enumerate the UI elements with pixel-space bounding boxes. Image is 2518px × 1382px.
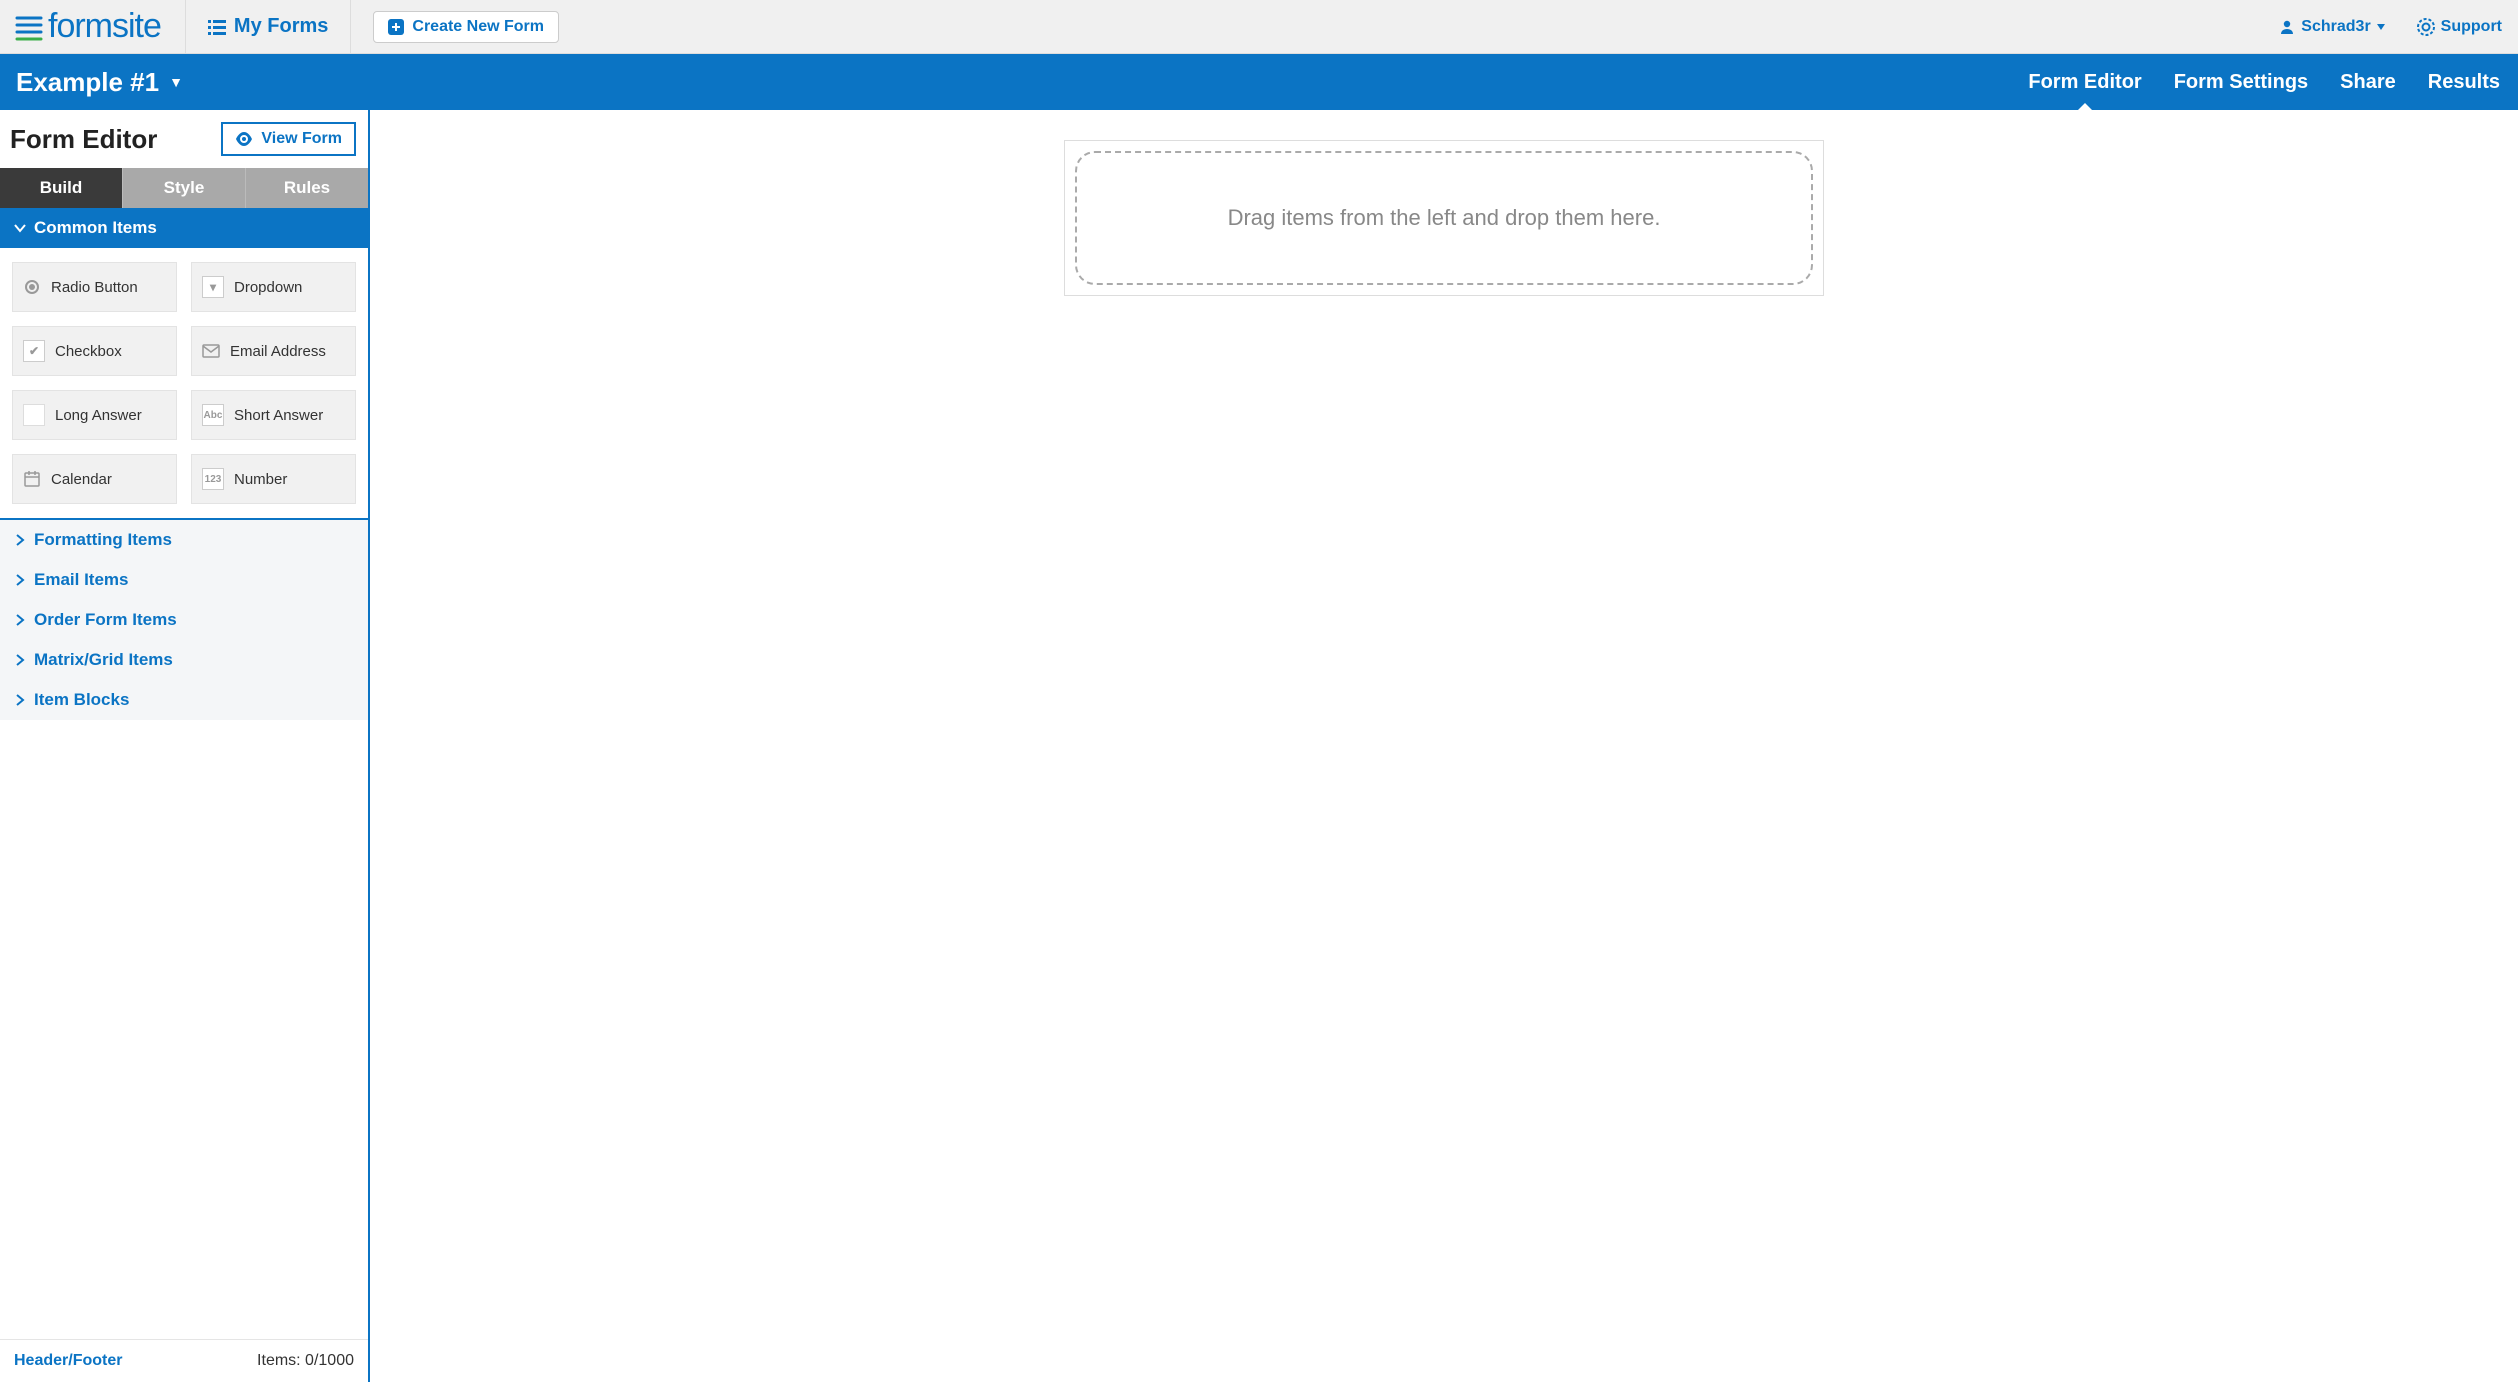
tab-share-label: Share (2340, 71, 2396, 93)
chevron-right-icon (14, 614, 26, 626)
sidebar-footer: Header/Footer Items: 0/1000 (0, 1339, 368, 1382)
subtab-build[interactable]: Build (0, 168, 122, 208)
caret-down-icon (2377, 24, 2385, 30)
logo-icon (14, 12, 44, 42)
long-answer-icon (23, 404, 45, 426)
item-short-answer[interactable]: Abc Short Answer (191, 390, 356, 440)
form-name-label: Example #1 (16, 67, 159, 98)
number-icon: 123 (202, 468, 224, 490)
section-formatting-items[interactable]: Formatting Items (0, 518, 368, 560)
my-forms-link[interactable]: My Forms (186, 0, 350, 53)
subtab-style-label: Style (164, 178, 205, 197)
item-number-label: Number (234, 471, 287, 488)
chevron-right-icon (14, 534, 26, 546)
item-short-answer-label: Short Answer (234, 407, 323, 424)
dropdown-icon: ▾ (202, 276, 224, 298)
item-calendar[interactable]: Calendar (12, 454, 177, 504)
tab-form-editor[interactable]: Form Editor (2026, 71, 2143, 94)
editor-subtabs: Build Style Rules (0, 168, 368, 208)
drop-zone-hint: Drag items from the left and drop them h… (1228, 205, 1661, 231)
section-item-blocks-label: Item Blocks (34, 690, 129, 710)
subtab-style[interactable]: Style (122, 168, 245, 208)
chevron-right-icon (14, 654, 26, 666)
logo[interactable]: formsite (0, 0, 185, 53)
plus-icon (388, 19, 404, 35)
topbar: formsite My Forms Create New Form Schrad… (0, 0, 2518, 54)
user-name: Schrad3r (2301, 18, 2370, 36)
my-forms-label: My Forms (234, 15, 328, 38)
item-email-address-label: Email Address (230, 343, 326, 360)
chevron-down-icon (14, 222, 26, 234)
support-label: Support (2441, 18, 2502, 36)
section-matrix-grid-items-label: Matrix/Grid Items (34, 650, 173, 670)
canvas-card: Drag items from the left and drop them h… (1064, 140, 1824, 296)
form-name-dropdown[interactable]: Example #1 ▼ (16, 67, 183, 98)
item-dropdown-label: Dropdown (234, 279, 302, 296)
chevron-right-icon (14, 574, 26, 586)
logo-word: formsite (48, 7, 161, 46)
tab-share[interactable]: Share (2338, 71, 2398, 94)
view-form-button[interactable]: View Form (221, 122, 356, 156)
support-icon (2417, 18, 2435, 36)
item-number[interactable]: 123 Number (191, 454, 356, 504)
subtab-build-label: Build (40, 178, 83, 197)
sidebar: Form Editor View Form Build Style Rules … (0, 110, 370, 1382)
drop-zone[interactable]: Drag items from the left and drop them h… (1075, 151, 1813, 285)
topbar-separator (350, 0, 351, 53)
section-matrix-grid-items[interactable]: Matrix/Grid Items (0, 640, 368, 680)
blue-tabs: Form Editor Form Settings Share Results (2026, 71, 2502, 94)
envelope-icon (202, 340, 220, 362)
list-icon (208, 18, 226, 36)
tab-results-label: Results (2428, 71, 2500, 93)
section-formatting-items-label: Formatting Items (34, 530, 172, 550)
item-dropdown[interactable]: ▾ Dropdown (191, 262, 356, 312)
section-order-form-items[interactable]: Order Form Items (0, 600, 368, 640)
user-menu[interactable]: Schrad3r (2263, 0, 2400, 53)
section-email-items-label: Email Items (34, 570, 129, 590)
subtab-rules-label: Rules (284, 178, 330, 197)
caret-down-icon: ▼ (169, 74, 183, 90)
section-order-form-items-label: Order Form Items (34, 610, 177, 630)
header-footer-link[interactable]: Header/Footer (14, 1352, 122, 1370)
tab-form-editor-label: Form Editor (2028, 71, 2141, 93)
item-radio-button[interactable]: Radio Button (12, 262, 177, 312)
view-form-label: View Form (261, 130, 342, 148)
user-icon (2279, 19, 2295, 35)
tab-form-settings[interactable]: Form Settings (2172, 71, 2310, 94)
calendar-icon (23, 468, 41, 490)
item-checkbox[interactable]: ✔ Checkbox (12, 326, 177, 376)
chevron-right-icon (14, 694, 26, 706)
item-checkbox-label: Checkbox (55, 343, 122, 360)
section-common-items-label: Common Items (34, 218, 157, 238)
create-new-form-label: Create New Form (412, 18, 544, 36)
subtab-rules[interactable]: Rules (245, 168, 368, 208)
radio-icon (23, 276, 41, 298)
create-new-form-button[interactable]: Create New Form (373, 11, 559, 43)
bluebar: Example #1 ▼ Form Editor Form Settings S… (0, 54, 2518, 110)
short-answer-icon: Abc (202, 404, 224, 426)
item-long-answer[interactable]: Long Answer (12, 390, 177, 440)
section-common-items[interactable]: Common Items (0, 208, 368, 248)
item-radio-button-label: Radio Button (51, 279, 138, 296)
item-long-answer-label: Long Answer (55, 407, 142, 424)
section-email-items[interactable]: Email Items (0, 560, 368, 600)
eye-icon (235, 132, 253, 146)
tab-results[interactable]: Results (2426, 71, 2502, 94)
support-link[interactable]: Support (2401, 0, 2518, 53)
section-item-blocks[interactable]: Item Blocks (0, 680, 368, 720)
canvas: Drag items from the left and drop them h… (370, 110, 2518, 1382)
tab-form-settings-label: Form Settings (2174, 71, 2308, 93)
sidebar-title: Form Editor (10, 124, 157, 155)
item-calendar-label: Calendar (51, 471, 112, 488)
checkbox-icon: ✔ (23, 340, 45, 362)
item-email-address[interactable]: Email Address (191, 326, 356, 376)
items-grid: Radio Button ▾ Dropdown ✔ Checkbox Email… (0, 248, 368, 518)
items-count: Items: 0/1000 (257, 1352, 354, 1370)
